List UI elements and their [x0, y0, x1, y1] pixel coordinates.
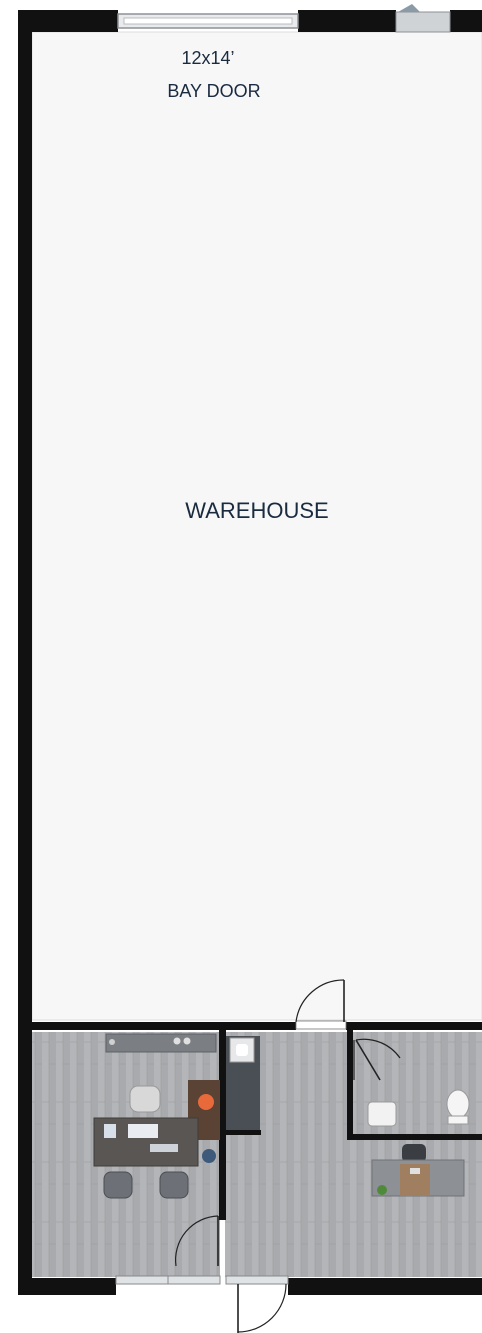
bay-door-size-label: 12x14’: [181, 48, 234, 68]
trash-bin-icon: [202, 1149, 216, 1163]
wall-restroom-bottom: [347, 1134, 482, 1140]
credenza-icon: [105, 1033, 217, 1053]
wall-left: [18, 10, 32, 1295]
wall-office-split: [219, 1030, 226, 1220]
toilet-icon: [446, 1089, 470, 1125]
restroom-sink-icon: [367, 1101, 397, 1127]
guest-chair-left-icon: [103, 1171, 133, 1199]
front-door-icon[interactable]: [237, 1283, 287, 1333]
bay-door-icon[interactable]: [117, 13, 299, 29]
wall-top-right: [450, 10, 482, 32]
wall-closet-bottom: [225, 1130, 261, 1135]
wall-divider-right: [346, 1022, 482, 1030]
floor-plan: 12x14’ BAY DOOR WAREHOUSE: [18, 4, 482, 1333]
office-chair-icon: [129, 1085, 161, 1113]
plant-icon: [377, 1185, 387, 1195]
wall-restroom-left: [347, 1030, 353, 1140]
warehouse-label: WAREHOUSE: [185, 498, 328, 523]
reception-chair-icon: [402, 1144, 426, 1162]
bay-door-name-label: BAY DOOR: [167, 81, 260, 101]
wall-top-mid: [298, 10, 396, 32]
front-window-icon: [115, 1275, 289, 1285]
guest-chair-right-icon: [159, 1171, 189, 1199]
exhaust-vent-icon: [395, 4, 451, 33]
sink-icon: [229, 1037, 255, 1063]
warehouse-floor: [31, 31, 482, 1021]
wall-divider-left: [18, 1022, 296, 1030]
wall-bottom-left: [18, 1278, 116, 1295]
wall-bottom-right: [288, 1278, 482, 1295]
desk-icon: [93, 1117, 199, 1167]
wall-top-left: [18, 10, 118, 32]
